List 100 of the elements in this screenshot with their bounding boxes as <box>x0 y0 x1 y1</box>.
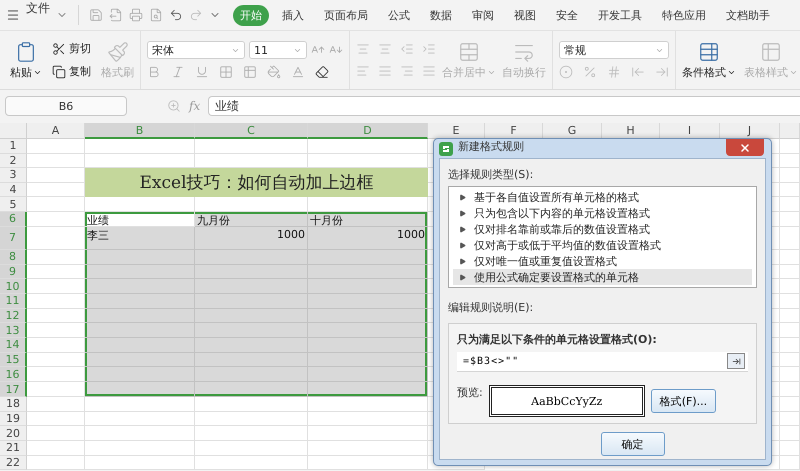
column-header[interactable] <box>780 123 800 139</box>
align-right-icon[interactable] <box>400 64 414 78</box>
outdent-icon[interactable] <box>400 42 414 56</box>
print-icon[interactable] <box>129 8 143 22</box>
menu-icon[interactable] <box>6 8 20 22</box>
italic-icon[interactable] <box>171 65 185 79</box>
table-cell[interactable] <box>85 250 195 265</box>
table-cell[interactable] <box>195 382 308 397</box>
export-icon[interactable] <box>109 8 123 22</box>
table-cell[interactable] <box>85 323 195 338</box>
table-cell[interactable] <box>308 264 428 280</box>
rule-type-list[interactable]: 基于各自值设置所有单元格的格式 只为包含以下内容的单元格设置格式 仅对排名靠前或靠后的数值设置格式 仅对高于或低于平均值的数值设置格式 仅对唯一值或重复值设置格式 使用公式确定要设置格式的单元格 <box>448 186 757 288</box>
table-cell[interactable] <box>780 308 800 324</box>
table-cell[interactable] <box>780 264 800 280</box>
row-header[interactable]: 18 <box>0 396 27 412</box>
table-cell[interactable] <box>195 154 308 168</box>
ribbon-tab[interactable]: 开发工具 <box>591 4 649 26</box>
table-cell[interactable] <box>27 264 85 280</box>
formula-input[interactable]: =$B3<>"" <box>457 352 748 372</box>
table-cell[interactable] <box>27 323 85 338</box>
row-header[interactable]: 2 <box>0 154 27 168</box>
table-cell[interactable]: 十月份 <box>308 212 428 227</box>
table-cell[interactable] <box>27 226 85 250</box>
format-button[interactable]: 格式(F)... <box>650 389 716 413</box>
table-cell[interactable] <box>780 182 800 198</box>
table-cell[interactable] <box>308 440 428 456</box>
name-box[interactable]: B6 <box>5 96 127 116</box>
row-header[interactable]: 5 <box>0 197 27 212</box>
number-format-select[interactable]: 常规 <box>559 41 669 59</box>
row-header[interactable]: 4 <box>0 182 27 198</box>
table-cell[interactable] <box>780 294 800 309</box>
preview-icon[interactable] <box>149 8 163 22</box>
table-cell[interactable] <box>27 182 85 198</box>
align-left-icon[interactable] <box>356 64 370 78</box>
table-cell[interactable] <box>27 338 85 353</box>
column-header[interactable]: F <box>485 123 543 139</box>
table-cell[interactable] <box>27 440 85 456</box>
indent-icon[interactable] <box>422 42 436 56</box>
table-cell[interactable] <box>780 367 800 382</box>
table-cell[interactable] <box>780 212 800 227</box>
column-header[interactable]: I <box>660 123 720 139</box>
table-cell[interactable] <box>85 279 195 294</box>
ribbon-tab[interactable]: 公式 <box>381 4 417 26</box>
table-cell[interactable] <box>85 396 195 412</box>
fill-color-icon[interactable] <box>267 65 281 79</box>
font-size-select[interactable]: 11 <box>249 41 307 59</box>
table-cell[interactable] <box>27 168 85 183</box>
table-cell[interactable] <box>780 396 800 412</box>
table-cell[interactable] <box>308 338 428 353</box>
table-cell[interactable] <box>27 456 85 470</box>
table-cell[interactable] <box>308 139 428 154</box>
table-cell[interactable] <box>27 212 85 227</box>
table-cell[interactable] <box>780 456 800 470</box>
table-cell[interactable] <box>195 396 308 412</box>
table-cell[interactable] <box>780 139 800 154</box>
table-cell[interactable] <box>85 197 195 212</box>
ribbon-tab[interactable]: 文档助手 <box>719 4 777 26</box>
table-cell[interactable]: 1000 <box>195 226 308 250</box>
column-header[interactable]: H <box>602 123 660 139</box>
table-cell[interactable] <box>308 396 428 412</box>
eraser-icon[interactable] <box>315 65 329 79</box>
table-cell[interactable] <box>308 308 428 324</box>
align-top-icon[interactable] <box>356 42 370 56</box>
table-cell[interactable] <box>27 279 85 294</box>
table-cell[interactable] <box>27 139 85 154</box>
table-cell[interactable] <box>85 426 195 441</box>
font-name-select[interactable]: 宋体 <box>147 41 245 59</box>
table-cell[interactable] <box>308 367 428 382</box>
ok-button[interactable]: 确定 <box>600 432 664 456</box>
table-cell[interactable]: 1000 <box>308 226 428 250</box>
paste-button[interactable]: 粘贴 <box>10 40 42 80</box>
table-cell[interactable] <box>85 367 195 382</box>
table-cell[interactable] <box>780 250 800 265</box>
cut-button[interactable]: 剪切 <box>52 41 91 56</box>
table-cell[interactable] <box>308 456 428 470</box>
table-cell[interactable] <box>780 226 800 250</box>
table-cell[interactable] <box>85 352 195 368</box>
table-cell[interactable] <box>27 250 85 265</box>
rule-type-item[interactable]: 仅对排名靠前或靠后的数值设置格式 <box>453 221 752 237</box>
ribbon-tab[interactable]: 页面布局 <box>317 4 375 26</box>
table-cell[interactable] <box>27 426 85 441</box>
row-header[interactable]: 21 <box>0 440 27 456</box>
zoom-icon[interactable] <box>167 99 181 113</box>
table-cell[interactable] <box>85 139 195 154</box>
row-header[interactable]: 3 <box>0 168 27 183</box>
table-cell[interactable] <box>780 279 800 294</box>
table-cell[interactable] <box>780 168 800 183</box>
column-header[interactable]: E <box>428 123 485 139</box>
row-header[interactable]: 20 <box>0 426 27 441</box>
font-color-icon[interactable] <box>291 65 305 79</box>
row-header[interactable]: 1 <box>0 139 27 154</box>
table-cell[interactable] <box>27 294 85 309</box>
table-cell[interactable] <box>308 426 428 441</box>
undo-icon[interactable] <box>169 8 183 22</box>
table-cell[interactable] <box>308 352 428 368</box>
table-cell[interactable] <box>27 308 85 324</box>
table-cell[interactable] <box>195 456 308 470</box>
table-cell[interactable] <box>780 440 800 456</box>
rule-type-item[interactable]: 使用公式确定要设置格式的单元格 <box>453 269 752 285</box>
copy-button[interactable]: 复制 <box>52 64 91 79</box>
